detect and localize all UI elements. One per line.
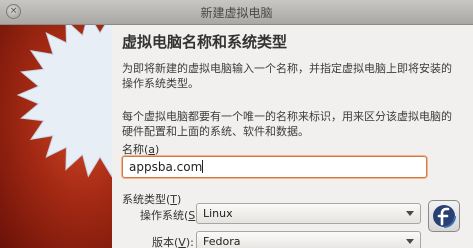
title-bar: × 新建虚拟电脑 xyxy=(0,0,473,25)
text-caret xyxy=(202,160,204,173)
window-title: 新建虚拟电脑 xyxy=(200,6,273,20)
version-select-value: Fedora xyxy=(203,235,241,248)
page-title: 虚拟电脑名称和系统类型 xyxy=(122,33,288,51)
os-select[interactable]: Linux xyxy=(196,203,421,224)
description-text-2: 每个虚拟电脑都要有一个唯一的名称来标识，用来区分该虚拟电脑的硬件配置和上面的系统… xyxy=(122,110,452,138)
fedora-logo-icon xyxy=(428,200,460,232)
star-burst-graphic xyxy=(16,25,112,178)
os-label: 操作系统(S): xyxy=(140,209,203,222)
os-type-group-label: 系统类型(T) xyxy=(122,193,182,206)
chevron-down-icon xyxy=(406,211,414,216)
chevron-down-icon xyxy=(406,239,414,244)
version-label: 版本(V): xyxy=(152,236,194,248)
description-text-1: 为即将新建的虚拟电脑输入一个名称，并指定虚拟电脑上即将安装的操作系统类型。 xyxy=(122,62,452,90)
wizard-side-art xyxy=(0,25,112,248)
version-select[interactable]: Fedora xyxy=(196,231,421,248)
new-vm-dialog: × 新建虚拟电脑 虚拟电脑名称和系统类型 为即将新建的虚拟电脑输入一个名称，并指… xyxy=(0,0,473,248)
wizard-content: 虚拟电脑名称和系统类型 为即将新建的虚拟电脑输入一个名称，并指定虚拟电脑上即将安… xyxy=(122,25,467,248)
name-label: 名称(a) xyxy=(122,143,160,156)
name-input[interactable]: appsba.com xyxy=(122,156,427,178)
os-select-value: Linux xyxy=(203,207,233,220)
